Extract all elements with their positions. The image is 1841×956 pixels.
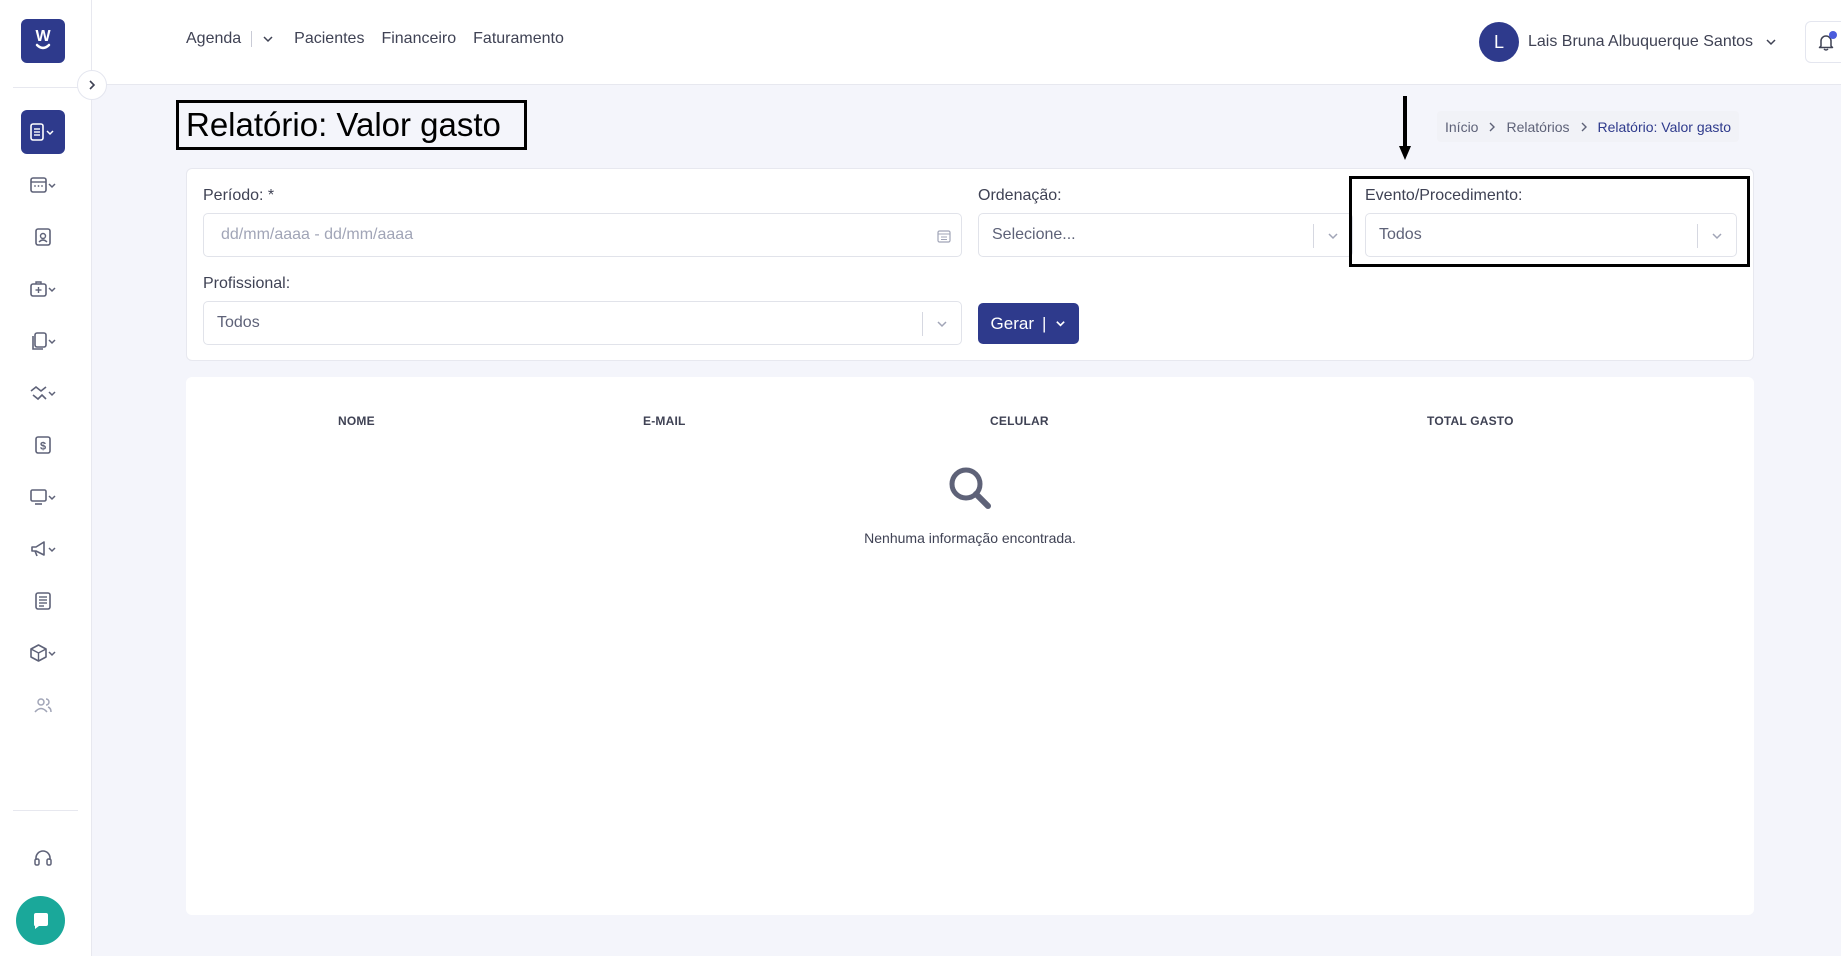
periodo-label: Período: * [203, 187, 275, 204]
notifications-button[interactable] [1805, 21, 1841, 63]
avatar: L [1479, 22, 1519, 62]
megaphone-icon [31, 541, 56, 557]
sidebar-item-documents[interactable] [21, 319, 65, 363]
nav-pacientes[interactable]: Pacientes [294, 30, 364, 48]
profissional-select[interactable]: Todos [203, 301, 962, 345]
calendar-icon [937, 230, 951, 243]
headset-icon [34, 850, 52, 866]
sidebar-item-reports[interactable] [21, 110, 65, 154]
breadcrumb-current: Relatório: Valor gasto [1597, 118, 1732, 135]
ordenacao-value: Selecione... [992, 226, 1076, 243]
profissional-value: Todos [217, 314, 260, 331]
page-title: Relatório: Valor gasto [176, 100, 527, 150]
gerar-separator: | [1042, 313, 1047, 333]
box-icon [30, 644, 56, 662]
periodo-date-input[interactable]: dd/mm/aaaa - dd/mm/aaaa [203, 213, 962, 257]
sidebar-item-news[interactable] [21, 579, 65, 623]
annotation-highlight-box [1349, 176, 1750, 267]
breadcrumb-relatorios[interactable]: Relatórios [1506, 119, 1569, 135]
sidebar-item-inventory[interactable] [21, 631, 65, 675]
handshake-icon [30, 385, 56, 401]
breadcrumb-inicio[interactable]: Início [1445, 119, 1478, 135]
chevron-down-icon [923, 318, 961, 330]
user-menu[interactable]: L Lais Bruna Albuquerque Santos [1479, 22, 1777, 62]
top-header: Agenda Pacientes Financeiro Faturamento … [92, 0, 1841, 85]
nav-financeiro[interactable]: Financeiro [381, 30, 456, 48]
sidebar-toggle-button[interactable] [77, 70, 107, 100]
page-title-text: Relatório: Valor gasto [186, 106, 501, 143]
svg-text:$: $ [40, 441, 46, 453]
search-icon [949, 467, 991, 509]
chevron-right-icon [1580, 122, 1588, 132]
profissional-label: Profissional: [203, 275, 291, 292]
dollar-icon: $ [35, 436, 51, 454]
monitor-icon [30, 489, 56, 505]
chevron-down-icon [1056, 321, 1066, 327]
medical-case-icon [30, 281, 56, 297]
sidebar-divider [13, 87, 78, 88]
sidebar-item-partners[interactable] [21, 371, 65, 415]
ordenacao-select[interactable]: Selecione... [978, 213, 1353, 257]
sidebar-item-monitor[interactable] [21, 475, 65, 519]
annotation-arrow-icon [1399, 96, 1411, 160]
support-button[interactable] [21, 836, 65, 880]
chat-button[interactable] [16, 896, 65, 945]
nav-separator [251, 31, 253, 47]
nav-agenda[interactable]: Agenda [186, 30, 241, 48]
breadcrumb: Início Relatórios Relatório: Valor gasto [1437, 111, 1740, 142]
patient-card-icon [35, 228, 51, 246]
chevron-down-icon [1766, 39, 1776, 46]
sidebar-item-calendar[interactable] [21, 163, 65, 207]
chevron-down-icon [263, 36, 273, 43]
top-nav: Agenda Pacientes Financeiro Faturamento [186, 30, 581, 48]
newspaper-icon [35, 592, 51, 610]
chat-icon [33, 912, 48, 929]
documents-icon [32, 332, 56, 350]
logo-icon: W [35, 28, 51, 50]
nav-faturamento[interactable]: Faturamento [473, 30, 564, 48]
column-header-celular[interactable]: CELULAR [990, 414, 1049, 428]
report-icon [30, 123, 54, 141]
empty-state-message: Nenhuma informação encontrada. [864, 530, 1076, 546]
gerar-label: Gerar [990, 313, 1035, 333]
users-icon [34, 698, 52, 713]
column-header-nome[interactable]: NOME [338, 414, 375, 428]
app-logo[interactable]: W [21, 19, 65, 63]
sidebar-item-patients[interactable] [21, 215, 65, 259]
column-header-email[interactable]: E-MAIL [643, 414, 686, 428]
sidebar-divider [13, 810, 78, 811]
sidebar-item-medical[interactable] [21, 267, 65, 311]
svg-text:W: W [35, 28, 51, 45]
gerar-button[interactable]: Gerar | [978, 303, 1079, 344]
sidebar-item-users[interactable] [21, 683, 65, 727]
column-header-total-gasto[interactable]: TOTAL GASTO [1427, 414, 1514, 428]
periodo-placeholder: dd/mm/aaaa - dd/mm/aaaa [221, 226, 414, 243]
sidebar-item-financial[interactable]: $ [21, 423, 65, 467]
calendar-icon [30, 177, 56, 193]
chevron-right-icon [89, 80, 96, 90]
chevron-right-icon [1488, 122, 1496, 132]
user-name: Lais Bruna Albuquerque Santos [1528, 33, 1754, 50]
ordenacao-label: Ordenação: [978, 187, 1062, 204]
results-table: NOME E-MAIL CELULAR TOTAL GASTO Nenhuma … [186, 377, 1754, 915]
notification-dot [1829, 31, 1837, 39]
sidebar-item-marketing[interactable] [21, 527, 65, 571]
agenda-dropdown-toggle[interactable] [262, 33, 274, 45]
sidebar: W $ [0, 0, 92, 956]
chevron-down-icon [1314, 230, 1352, 242]
